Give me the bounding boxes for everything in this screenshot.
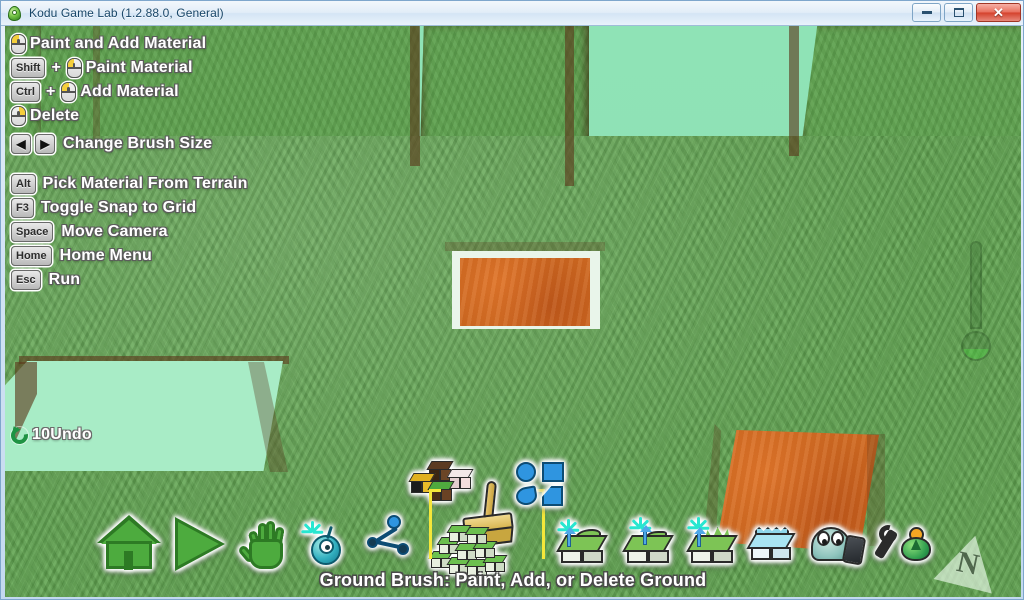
help-row-add-material: Ctrl + Add Material (9, 80, 439, 104)
help-label: Toggle Snap to Grid (40, 199, 197, 216)
help-row-home-menu: Home Home Menu (9, 244, 439, 268)
application-window: Kodu Game Lab (1.2.88.0, General) ✕ Pain… (0, 0, 1024, 600)
game-viewport[interactable]: Paint and Add Material Shift + Paint Mat… (5, 26, 1021, 597)
flatten-tool[interactable] (556, 519, 609, 569)
undo-label: 10Undo (32, 426, 92, 443)
undo-circular-arrow-icon (7, 423, 32, 447)
play-tool[interactable] (175, 517, 227, 571)
help-label: Pick Material From Terrain (42, 175, 248, 192)
wrench-globe-icon (873, 521, 933, 569)
minimize-icon (921, 11, 932, 14)
kodu-drop-icon (6, 5, 23, 22)
help-label: Change Brush Size (63, 135, 213, 152)
terrain-cliff-3 (789, 26, 799, 156)
help-overlay: Paint and Add Material Shift + Paint Mat… (9, 32, 439, 292)
help-label: Home Menu (59, 247, 153, 264)
terrain-hole-left (5, 361, 283, 471)
help-label: Add Material (80, 83, 179, 100)
mouse-left-click-icon (66, 58, 82, 78)
mouse-right-click-icon (11, 106, 26, 126)
patch-shadow-center (445, 242, 605, 251)
help-row-run: Esc Run (9, 268, 439, 292)
close-icon: ✕ (993, 5, 1004, 20)
help-label: Delete (30, 107, 80, 124)
terrain-patch-center (460, 258, 590, 326)
plus-sign: + (51, 59, 61, 76)
key-esc: Esc (11, 270, 41, 290)
path-nodes-icon (367, 515, 413, 559)
undo-counter[interactable]: 10Undo (7, 423, 92, 447)
house-icon (97, 515, 161, 571)
hand-tool[interactable] (237, 517, 291, 571)
selection-bracket-left (429, 489, 441, 559)
play-triangle-icon (175, 517, 227, 571)
home-tool[interactable] (97, 515, 161, 571)
key-shift: Shift (11, 58, 46, 78)
key-arrow-right: ▶ (35, 134, 55, 154)
help-row-pick-material: Alt Pick Material From Terrain (9, 172, 439, 196)
plus-sign: + (45, 83, 56, 100)
tool-caption: Ground Brush: Paint, Add, or Delete Grou… (319, 570, 707, 590)
object-tool[interactable] (301, 521, 347, 565)
roughen-tool[interactable] (686, 517, 739, 569)
path-tool[interactable] (367, 515, 413, 559)
terrain-cliff-2 (565, 26, 574, 186)
key-alt: Alt (11, 174, 36, 194)
kodu-character-icon (301, 521, 347, 565)
tool-palette[interactable] (5, 461, 1021, 577)
close-button[interactable]: ✕ (976, 3, 1021, 22)
water-tool[interactable] (746, 525, 797, 567)
window-controls: ✕ (912, 3, 1021, 22)
title-bar[interactable]: Kodu Game Lab (1.2.88.0, General) ✕ (1, 1, 1023, 26)
help-row-delete: Delete (9, 104, 439, 128)
minimize-button[interactable] (912, 3, 941, 22)
key-arrow-left: ◀ (11, 134, 31, 154)
eyes-tablet-icon (811, 523, 869, 569)
help-row-paint-material: Shift + Paint Material (9, 56, 439, 80)
elevation-slider-bulb (961, 331, 991, 361)
key-f3: F3 (11, 198, 34, 218)
help-row-move-camera: Space Move Camera (9, 220, 439, 244)
help-label: Paint and Add Material (30, 35, 207, 52)
elevation-slider[interactable] (959, 241, 993, 361)
help-label: Paint Material (85, 59, 193, 76)
terrain-raise-icon (622, 517, 675, 569)
key-home: Home (11, 246, 52, 266)
hand-icon (237, 517, 291, 571)
elevation-slider-fill (963, 348, 989, 359)
raise-lower-tool[interactable] (622, 517, 675, 569)
maximize-icon (953, 8, 964, 17)
terrain-flatten-icon (556, 519, 609, 569)
key-space: Space (11, 222, 54, 242)
terrain-rough-icon (686, 517, 739, 569)
help-row-snap-grid: F3 Toggle Snap to Grid (9, 196, 439, 220)
maximize-button[interactable] (944, 3, 973, 22)
window-title: Kodu Game Lab (1.2.88.0, General) (29, 6, 224, 20)
water-icon (746, 525, 797, 567)
brush-shapes-icon (514, 461, 569, 511)
edit-object-tool[interactable] (811, 523, 869, 569)
elevation-slider-stem (970, 241, 982, 329)
help-row-paint-add: Paint and Add Material (9, 32, 439, 56)
mouse-left-click-icon (61, 82, 77, 102)
help-label: Move Camera (61, 223, 168, 240)
mouse-left-click-icon (11, 34, 26, 54)
world-settings-tool[interactable] (873, 521, 933, 569)
brush-shape-picker[interactable] (514, 461, 569, 511)
help-label: Run (48, 271, 81, 288)
key-ctrl: Ctrl (11, 82, 40, 102)
help-row-brush-size: ◀ ▶ Change Brush Size (9, 128, 439, 160)
